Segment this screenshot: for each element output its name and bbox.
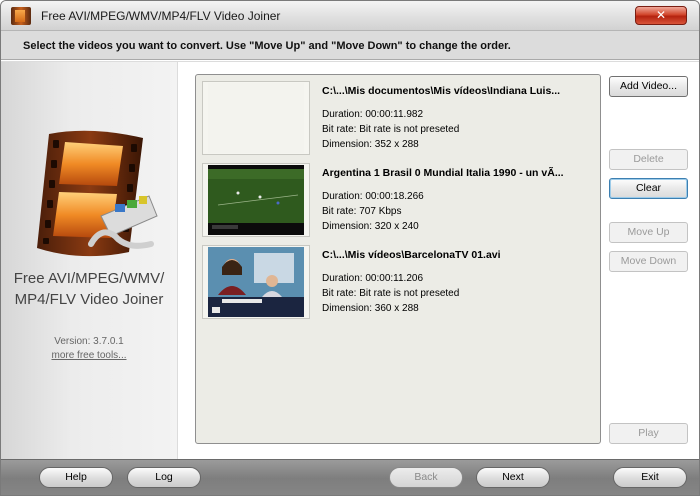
video-title: C:\...\Mis documentos\Mis vídeos\Indiana… — [322, 85, 561, 97]
film-app-icon — [11, 7, 31, 25]
video-list-item[interactable]: C:\...\Mis documentos\Mis vídeos\Indiana… — [202, 81, 598, 157]
main-content: C:\...\Mis documentos\Mis vídeos\Indiana… — [178, 62, 699, 459]
video-thumbnail — [202, 163, 310, 237]
move-down-button[interactable]: Move Down — [609, 251, 688, 272]
version-text: Version: 3.7.0.1 — [54, 336, 124, 347]
move-up-button[interactable]: Move Up — [609, 222, 688, 243]
video-list-item[interactable]: Argentina 1 Brasil 0 Mundial Italia 1990… — [202, 163, 598, 239]
header-divider — [1, 59, 699, 61]
product-name-line2: MP4/FLV Video Joiner — [14, 291, 164, 308]
video-bitrate: Bit rate: Bit rate is not preseted — [322, 288, 460, 299]
instruction-text: Select the videos you want to convert. U… — [23, 40, 511, 52]
video-bitrate: Bit rate: 707 Kbps — [322, 206, 402, 217]
video-list[interactable]: C:\...\Mis documentos\Mis vídeos\Indiana… — [195, 74, 601, 444]
footer-bar: Help Log Back Next Exit — [1, 459, 699, 495]
video-duration: Duration: 00:00:11.206 — [322, 273, 424, 284]
log-button[interactable]: Log — [127, 467, 201, 488]
close-button[interactable]: ✕ — [635, 6, 687, 25]
video-thumbnail — [202, 245, 310, 319]
video-thumbnail — [202, 81, 310, 155]
video-duration: Duration: 00:00:18.266 — [322, 191, 424, 202]
video-title: C:\...\Mis vídeos\BarcelonaTV 01.avi — [322, 249, 501, 261]
exit-button[interactable]: Exit — [613, 467, 687, 488]
product-name: Free AVI/MPEG/WMV/ MP4/FLV Video Joiner — [1, 268, 177, 310]
delete-button[interactable]: Delete — [609, 149, 688, 170]
video-bitrate: Bit rate: Bit rate is not preseted — [322, 124, 460, 135]
main-window: Free AVI/MPEG/WMV/MP4/FLV Video Joiner ✕… — [0, 0, 700, 496]
add-video-button[interactable]: Add Video... — [609, 76, 688, 97]
back-button[interactable]: Back — [389, 467, 463, 488]
video-dimension: Dimension: 360 x 288 — [322, 303, 419, 314]
blank-thumbnail — [208, 83, 304, 153]
title-bar: Free AVI/MPEG/WMV/MP4/FLV Video Joiner ✕ — [1, 1, 699, 31]
video-list-item[interactable]: C:\...\Mis vídeos\BarcelonaTV 01.avi Dur… — [202, 245, 598, 321]
clear-button[interactable]: Clear — [609, 178, 688, 199]
play-button[interactable]: Play — [609, 423, 688, 444]
film-reel-logo-icon — [37, 130, 158, 257]
tv-presenter-thumbnail — [208, 247, 304, 317]
window-title: Free AVI/MPEG/WMV/MP4/FLV Video Joiner — [41, 9, 281, 23]
soccer-field-thumbnail — [208, 165, 304, 235]
video-title: Argentina 1 Brasil 0 Mundial Italia 1990… — [322, 167, 564, 179]
video-dimension: Dimension: 352 x 288 — [322, 139, 419, 150]
more-tools-link[interactable]: more free tools... — [1, 350, 177, 361]
next-button[interactable]: Next — [476, 467, 550, 488]
product-name-line1: Free AVI/MPEG/WMV/ — [13, 270, 165, 287]
help-button[interactable]: Help — [39, 467, 113, 488]
video-dimension: Dimension: 320 x 240 — [322, 221, 419, 232]
video-duration: Duration: 00:00:11.982 — [322, 109, 424, 120]
sidebar: Free AVI/MPEG/WMV/ MP4/FLV Video Joiner … — [1, 62, 177, 459]
